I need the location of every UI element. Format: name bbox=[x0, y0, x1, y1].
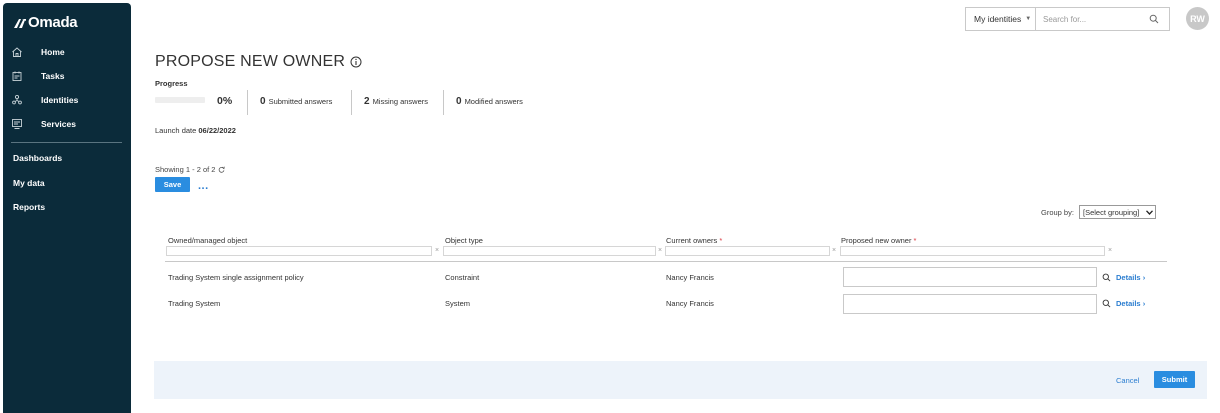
clear-filter-icon[interactable]: × bbox=[1108, 247, 1112, 254]
launch-label: Launch date bbox=[155, 126, 197, 135]
modified-answers-stat: 0 Modified answers bbox=[456, 96, 523, 107]
launch-date: Launch date 06/22/2022 bbox=[155, 126, 236, 135]
cell-type: System bbox=[445, 299, 471, 308]
chevron-down-icon: ▼ bbox=[1025, 16, 1032, 22]
showing-count: Showing 1 - 2 of 2 bbox=[155, 165, 225, 174]
search-icon[interactable] bbox=[1102, 299, 1111, 308]
sidebar-item-label: Services bbox=[41, 119, 76, 129]
sidebar-item-label: Home bbox=[41, 47, 65, 57]
cell-object: Trading System bbox=[168, 299, 221, 308]
table-header-divider bbox=[165, 261, 1167, 262]
action-footer bbox=[154, 361, 1207, 399]
scope-select[interactable]: My identities ▼ bbox=[965, 7, 1035, 31]
identities-icon bbox=[12, 94, 22, 105]
services-icon bbox=[12, 119, 22, 129]
sidebar-item-tasks[interactable]: Tasks bbox=[11, 70, 64, 82]
column-header-label: Current owners bbox=[666, 236, 718, 245]
home-icon bbox=[12, 47, 22, 57]
clear-filter-icon[interactable]: × bbox=[832, 247, 836, 254]
modified-count: 0 bbox=[456, 96, 462, 107]
cell-current-owners: Nancy Francis bbox=[666, 299, 714, 308]
filter-input-type[interactable] bbox=[443, 246, 656, 256]
search-placeholder: Search for... bbox=[1043, 14, 1087, 24]
cell-current-owners: Nancy Francis bbox=[666, 273, 714, 282]
showing-text: Showing 1 - 2 of 2 bbox=[155, 165, 216, 174]
required-marker: * bbox=[911, 236, 917, 245]
proposed-owner-input[interactable] bbox=[843, 294, 1097, 314]
tasks-icon bbox=[12, 71, 22, 81]
clear-filter-icon[interactable]: × bbox=[658, 247, 662, 254]
avatar[interactable]: RW bbox=[1186, 7, 1209, 30]
sidebar-item-label: Identities bbox=[41, 95, 79, 105]
omada-logo-icon bbox=[14, 18, 26, 28]
details-label: Details bbox=[1116, 299, 1141, 308]
sidebar: Omada Home Tasks Identities Services Das… bbox=[3, 3, 131, 413]
column-header-current-owners[interactable]: Current owners * bbox=[666, 236, 722, 245]
column-header-object[interactable]: Owned/managed object bbox=[168, 236, 247, 245]
clear-filter-icon[interactable]: × bbox=[435, 247, 439, 254]
submitted-count: 0 bbox=[260, 96, 266, 107]
missing-label: Missing answers bbox=[372, 97, 428, 106]
filter-input-proposed-owner[interactable] bbox=[840, 246, 1105, 256]
page-title: PROPOSE NEW OWNER bbox=[155, 53, 362, 71]
required-marker: * bbox=[717, 236, 723, 245]
submitted-label: Submitted answers bbox=[268, 97, 333, 106]
divider bbox=[247, 90, 248, 115]
sidebar-item-reports[interactable]: Reports bbox=[13, 202, 45, 212]
progress-label: Progress bbox=[155, 79, 188, 88]
column-header-proposed-owner[interactable]: Proposed new owner * bbox=[841, 236, 916, 245]
cell-object: Trading System single assignment policy bbox=[168, 273, 304, 282]
search-input[interactable]: Search for... bbox=[1035, 7, 1170, 31]
divider bbox=[443, 90, 444, 115]
filter-input-current-owners[interactable] bbox=[665, 246, 830, 256]
sidebar-item-identities[interactable]: Identities bbox=[11, 94, 78, 106]
more-actions-button[interactable]: ... bbox=[198, 180, 209, 192]
group-by-label: Group by: bbox=[1041, 208, 1074, 217]
missing-count: 2 bbox=[364, 96, 370, 107]
submitted-answers-stat: 0 Submitted answers bbox=[260, 96, 332, 107]
sidebar-item-my-data[interactable]: My data bbox=[13, 178, 45, 188]
details-link[interactable]: Details › bbox=[1116, 299, 1145, 308]
search-icon[interactable] bbox=[1149, 14, 1159, 24]
refresh-icon[interactable] bbox=[218, 166, 225, 173]
divider bbox=[351, 90, 352, 115]
details-link[interactable]: Details › bbox=[1116, 273, 1145, 282]
cell-type: Constraint bbox=[445, 273, 480, 282]
filter-input-object[interactable] bbox=[166, 246, 432, 256]
chevron-down-icon bbox=[1146, 209, 1153, 215]
sidebar-item-label: Tasks bbox=[41, 71, 65, 81]
progress-percent: 0% bbox=[217, 95, 233, 107]
modified-label: Modified answers bbox=[464, 97, 523, 106]
cancel-button[interactable]: Cancel bbox=[1116, 376, 1139, 385]
column-header-type[interactable]: Object type bbox=[445, 236, 483, 245]
column-header-label: Proposed new owner bbox=[841, 236, 912, 245]
proposed-owner-input[interactable] bbox=[843, 267, 1097, 287]
submit-button[interactable]: Submit bbox=[1154, 371, 1195, 388]
missing-answers-stat: 2 Missing answers bbox=[364, 96, 428, 107]
progress-bar bbox=[155, 97, 205, 103]
omada-logo[interactable]: Omada bbox=[13, 14, 78, 31]
sidebar-divider bbox=[11, 142, 122, 143]
info-icon[interactable] bbox=[350, 56, 362, 68]
sidebar-item-home[interactable]: Home bbox=[11, 46, 65, 58]
sidebar-item-dashboards[interactable]: Dashboards bbox=[13, 153, 62, 163]
scope-select-value: My identities bbox=[974, 14, 1022, 24]
logo-text: Omada bbox=[28, 14, 78, 31]
launch-date-value: 06/22/2022 bbox=[198, 126, 236, 135]
page-title-text: PROPOSE NEW OWNER bbox=[155, 53, 346, 70]
details-label: Details bbox=[1116, 273, 1141, 282]
save-button[interactable]: Save bbox=[155, 177, 190, 192]
sidebar-item-services[interactable]: Services bbox=[11, 118, 76, 130]
group-by-value: [Select grouping] bbox=[1083, 207, 1140, 217]
group-by-select[interactable]: [Select grouping] bbox=[1079, 205, 1156, 219]
search-icon[interactable] bbox=[1102, 273, 1111, 282]
